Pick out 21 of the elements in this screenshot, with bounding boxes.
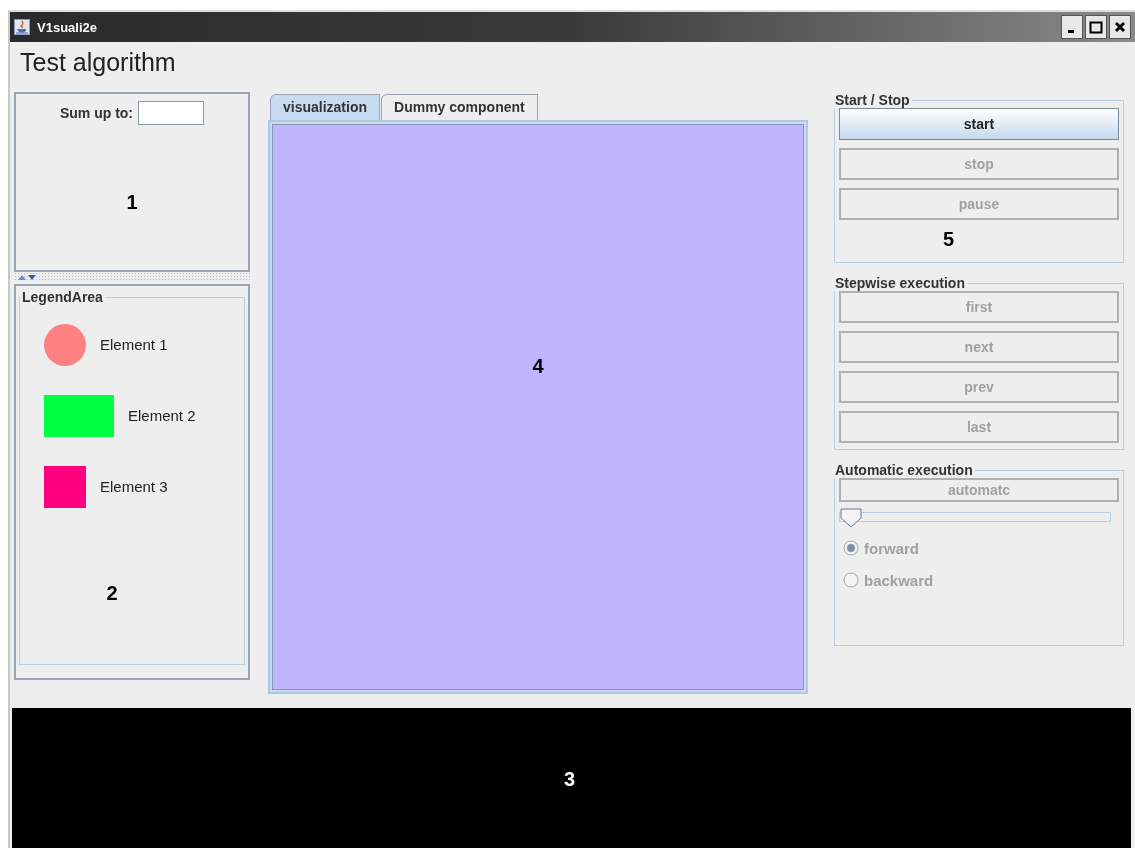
legend-label: Element 3 (100, 478, 168, 495)
panel-number: 1 (126, 191, 138, 214)
panel-number: 5 (942, 228, 956, 252)
window-title: V1suali2e (37, 19, 97, 35)
tab[interactable]: visualization (270, 94, 381, 120)
page-heading: Test algorithm (19, 47, 177, 78)
start-button[interactable]: start (839, 108, 1119, 140)
tab[interactable]: Dummy component (381, 94, 538, 120)
java-cup-icon (14, 19, 30, 35)
panel-number: 3 (563, 768, 577, 792)
panel-number: 4 (532, 355, 544, 379)
legend-label: Element 2 (128, 407, 196, 424)
field-label: Sum up to: (59, 105, 134, 121)
group-title: Automatic execution (834, 462, 974, 478)
group-title: LegendArea (21, 289, 104, 305)
legend-label: Element 1 (100, 336, 168, 353)
collapse-arrows-icon[interactable] (18, 274, 38, 280)
number-field[interactable] (138, 101, 205, 125)
group-title: Stepwise execution (834, 275, 966, 291)
group-title: Start / Stop (834, 92, 911, 108)
panel-number: 2 (105, 582, 119, 605)
